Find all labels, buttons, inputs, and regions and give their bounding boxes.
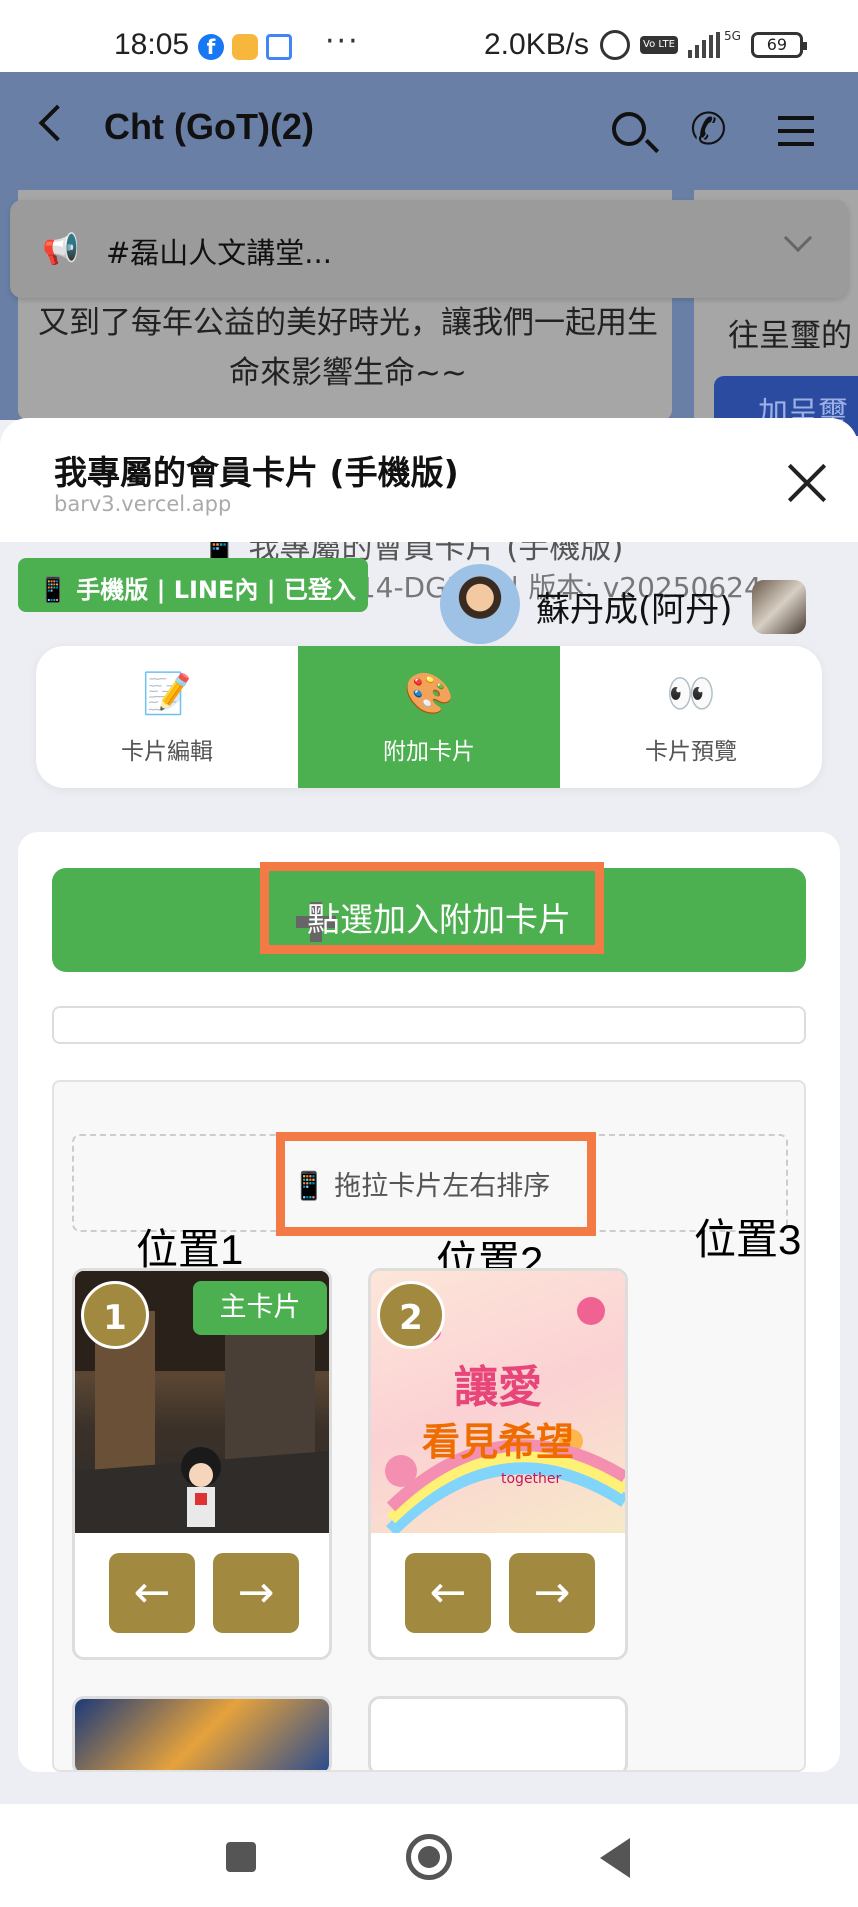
- phone-icon[interactable]: ✆: [690, 104, 727, 155]
- move-right-button[interactable]: →: [213, 1553, 299, 1633]
- tab-label: 卡片預覽: [645, 739, 737, 765]
- login-status-badge: 📱 手機版 | LINE內 | 已登入: [18, 558, 368, 612]
- chat-header: Cht (GoT)(2) ✆: [0, 72, 858, 190]
- card-brand: together: [501, 1471, 562, 1487]
- user-name: 蘇丹成(阿丹): [536, 590, 733, 630]
- card-slot-partial[interactable]: [72, 1696, 332, 1770]
- card-slot[interactable]: 讓愛 看見希望 together 2 ← →: [368, 1268, 628, 1660]
- megaphone-icon: 📢: [42, 232, 80, 267]
- card-title-line1: 讓愛: [454, 1362, 542, 1413]
- back-icon[interactable]: [38, 104, 76, 142]
- card-slot[interactable]: 1 主卡片 ← →: [72, 1268, 332, 1660]
- volte-icon: Vo LTE: [640, 36, 678, 54]
- menu-icon[interactable]: [778, 116, 814, 155]
- annotation-highlight-add: [260, 862, 604, 954]
- close-icon[interactable]: [786, 462, 828, 504]
- empty-input-field[interactable]: [52, 1006, 806, 1044]
- status-time: 18:05: [114, 28, 190, 61]
- move-left-button[interactable]: ←: [109, 1553, 195, 1633]
- liff-sheet-header: 我專屬的會員卡片 (手機版) barv3.vercel.app: [0, 418, 858, 542]
- tab-extra-cards[interactable]: 🎨 附加卡片: [298, 646, 560, 788]
- network-type: 5G: [723, 29, 741, 43]
- chevron-down-icon[interactable]: [783, 223, 813, 253]
- status-bar: 18:05 f ··· 2.0KB/s Vo LTE 5G 69: [0, 0, 858, 72]
- battery-icon: 69: [750, 32, 807, 58]
- system-nav-bar: [0, 1804, 858, 1907]
- palette-icon: 🎨: [404, 671, 454, 717]
- card-slot-partial[interactable]: [368, 1696, 628, 1770]
- signal-icon: [687, 32, 720, 58]
- chat-title: Cht (GoT)(2): [104, 106, 314, 147]
- main-card-badge: 主卡片: [193, 1281, 327, 1335]
- tab-label: 卡片編輯: [121, 739, 213, 765]
- move-left-button[interactable]: ←: [405, 1553, 491, 1633]
- chat-message-text: 又到了每年公益的美好時光，讓我們一起用生命來影響生命~~: [38, 305, 658, 391]
- position-label-3: 位置3: [694, 1216, 802, 1263]
- memo-icon: 📝: [142, 671, 192, 717]
- liff-content: 📱 我專屬的會員卡片 (手機版) 914-DGI Nk | 版本: v20250…: [0, 542, 858, 1804]
- sheet-url: barv3.vercel.app: [54, 492, 232, 516]
- announcement-text: #磊山人文講堂...: [106, 236, 332, 270]
- home-icon[interactable]: [406, 1834, 452, 1880]
- extra-cards-panel: 點選加入附加卡片 📱 拖拉卡片左右排序 位置1 位置2 位置3 1 主卡片 ← …: [18, 832, 840, 1772]
- user-thumbnail: [752, 580, 806, 634]
- facebook-icon: f: [198, 34, 224, 60]
- tab-label: 附加卡片: [383, 739, 475, 765]
- move-right-button[interactable]: →: [509, 1553, 595, 1633]
- card-number-badge: 2: [377, 1281, 445, 1349]
- eyes-icon: 👀: [666, 671, 716, 717]
- announcement-bar[interactable]: 📢 #磊山人文講堂...: [10, 200, 848, 298]
- alarm-icon: [600, 30, 630, 60]
- tab-bar: 📝 卡片編輯 🎨 附加卡片 👀 卡片預覽: [36, 646, 822, 788]
- avatar: [440, 564, 520, 644]
- annotation-highlight-drag: [276, 1132, 596, 1236]
- system-icons: Vo LTE 5G 69: [600, 29, 807, 60]
- tab-card-preview[interactable]: 👀 卡片預覽: [560, 646, 822, 788]
- notification-icons: f: [198, 34, 292, 60]
- chat-message-text-right: 往呈璽的: [728, 318, 852, 354]
- message-app-icon: [232, 34, 258, 60]
- sheet-title: 我專屬的會員卡片 (手機版): [54, 453, 459, 492]
- network-speed: 2.0KB/s: [484, 28, 590, 61]
- recent-apps-icon[interactable]: [226, 1842, 256, 1872]
- back-nav-icon[interactable]: [600, 1838, 630, 1878]
- calendar-icon: [266, 34, 292, 60]
- search-icon[interactable]: [612, 112, 646, 146]
- card-title-line2: 看見希望: [421, 1420, 574, 1464]
- card-sort-area: 📱 拖拉卡片左右排序 位置1 位置2 位置3 1 主卡片 ← → 讓愛 看見希望…: [52, 1080, 806, 1772]
- more-notifications-icon: ···: [325, 24, 360, 59]
- card-number-badge: 1: [81, 1281, 149, 1349]
- tab-card-edit[interactable]: 📝 卡片編輯: [36, 646, 298, 788]
